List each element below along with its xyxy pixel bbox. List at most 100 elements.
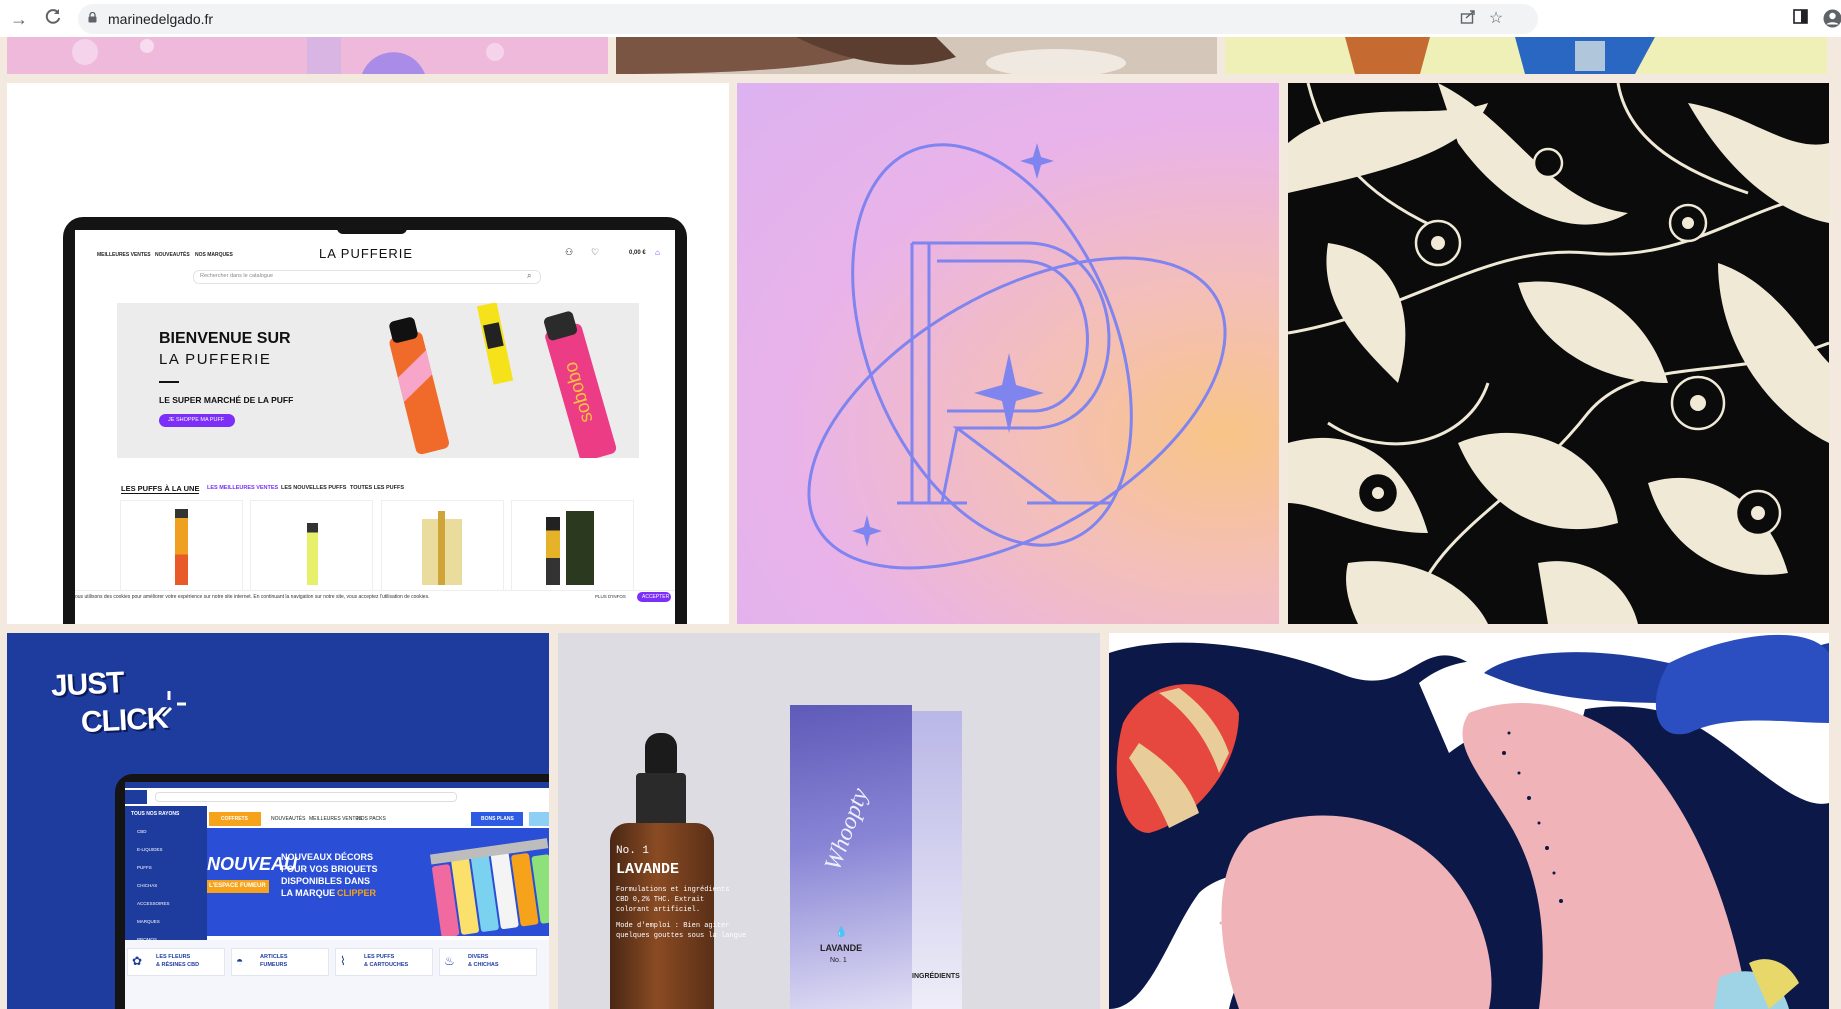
hero-shop-button-label: JE SHOPPE MA PUFF [168,417,225,423]
bons-plans-tab[interactable]: BONS PLANS [471,812,523,826]
reload-icon[interactable] [42,8,64,30]
cookie-accept-button[interactable]: ACCEPTER [637,592,671,602]
just-click-nav-item[interactable]: NOUVEAUTÉS [271,816,305,822]
hero-shop-button[interactable]: JE SHOPPE MA PUFF [159,414,235,427]
bookmark-star-icon[interactable]: ☆ [1486,9,1506,29]
just-click-logo: JUST CLICK [50,666,186,754]
category-line1: LES FLEURS [156,954,191,960]
menu-item[interactable]: CBD [137,829,147,834]
address-bar[interactable]: marinedelgado.fr ☆ [78,4,1538,34]
puff-pen-icon: ⌇ [340,954,346,968]
project-tile-monogram[interactable] [737,83,1279,624]
top-tile-pink-product[interactable] [7,37,608,74]
coffrets-tab[interactable]: COFFRETS [209,812,261,826]
product-card[interactable] [250,500,373,592]
pufferie-tab-bestsellers[interactable]: LES MEILLEURES VENTES [207,485,278,491]
product-card[interactable] [511,500,634,592]
menu-item[interactable]: ACCESSOIRES [137,901,170,906]
menu-item[interactable]: CHICHAS [137,883,157,888]
category-card[interactable]: ✿ LES FLEURS & RÉSINES CBD [127,948,225,976]
bottle-text-line: Mode d'emploi : Bien agiter [616,922,730,930]
floral-pattern-illustration [1288,83,1829,624]
pufferie-tab-all[interactable]: TOUTES LES PUFFS [350,485,404,491]
box-name: LAVANDE [820,943,863,953]
monogram-illustration [807,143,1227,570]
just-click-nav-item[interactable]: MEILLEURES VENTES [309,816,362,822]
cookie-accept-label: ACCEPTER [642,594,670,600]
bottle-text-line: Formulations et ingrédients [616,886,730,894]
pufferie-logo[interactable]: LA PUFFERIE [319,246,413,261]
top-tile-hands-photo[interactable] [616,37,1217,74]
hookah-icon: ♨ [444,954,455,968]
pufferie-nav-item[interactable]: NOS MARQUES [195,252,233,258]
laptop-screen: TOUS NOS RAYONS CBD E-LIQUIDES PUFFS CHI… [125,782,549,1009]
share-icon[interactable] [1458,9,1478,29]
project-tile-abstract-illustration[interactable] [1109,633,1829,1009]
menu-item[interactable]: E-LIQUIDES [137,847,163,852]
cookie-text: ous utilisons des cookies pour améliorer… [75,594,430,600]
url-text: marinedelgado.fr [108,11,214,27]
pufferie-nav-item[interactable]: NOUVEAUTÉS [155,252,190,258]
cart-icon[interactable]: ⌂ [655,248,660,257]
project-tile-la-pufferie[interactable]: MEILLEURES VENTES NOUVEAUTÉS NOS MARQUES… [7,83,729,624]
pufferie-nav-item[interactable]: MEILLEURES VENTES [97,252,151,258]
hero-heading-line1: BIENVENUE SUR [159,330,291,347]
banner-brand: CLIPPER [337,888,377,898]
top-tile-yellow-packaging[interactable] [1225,37,1827,74]
just-click-topbar [125,782,549,788]
category-line2: FUMEURS [260,962,288,968]
category-card[interactable]: ⌇ LES PUFFS & CARTOUCHES [335,948,433,976]
banner-tag-label: L'ESPACE FUMEUR [209,883,266,889]
pufferie-search-field[interactable]: Rechercher dans le catalogue ⌕ [193,270,541,284]
box-script: Whoopty [820,784,874,874]
browser-toolbar: → marinedelgado.fr ☆ [0,0,1841,37]
account-icon[interactable]: ⚇ [565,247,573,258]
menu-item[interactable]: MARQUES [137,919,160,924]
project-tile-whoopty-lavande[interactable]: Whoopty LAVANDE No. 1 💧 INGRÉDIENTS No. … [558,633,1100,1009]
side-panel-icon[interactable] [1790,9,1810,29]
product-card[interactable] [120,500,243,592]
profile-avatar-icon[interactable] [1822,9,1841,29]
just-click-banner[interactable]: NOUVEAU L'ESPACE FUMEUR NOUVEAUX DÉCORS … [207,828,549,936]
forward-icon[interactable]: → [8,8,30,30]
bottle-text-line: quelques gouttes sous la langue [616,932,747,940]
menu-header[interactable]: TOUS NOS RAYONS [131,811,179,817]
banner-brand-prefix: LA MARQUE [281,888,336,898]
product-image [546,517,560,585]
laptop-screen: MEILLEURES VENTES NOUVEAUTÉS NOS MARQUES… [75,230,675,624]
pufferie-search-placeholder: Rechercher dans le catalogue [200,273,274,279]
category-card[interactable]: ◓ ARTICLES FUMEURS [231,948,329,976]
bottle-text-line: colorant artificiel. [616,906,701,914]
extra-tab[interactable] [529,812,549,826]
pufferie-tab-new[interactable]: LES NOUVELLES PUFFS [281,485,346,491]
bottle-number: No. 1 [616,845,650,857]
project-tile-just-click[interactable]: JUST CLICK TOUS NOS RAYONS CBD E-LIQUIDE… [7,633,549,1009]
hero-subtitle: LE SUPER MARCHÉ DE LA PUFF [159,395,294,405]
just-click-nav-item[interactable]: NOS PACKS [357,816,386,822]
packaging-box-side: INGRÉDIENTS [912,711,962,1009]
category-line1: DIVERS [468,954,489,960]
pufferie-tab-featured[interactable]: LES PUFFS À LA UNE [121,484,200,494]
category-card[interactable]: ♨ DIVERS & CHICHAS [439,948,537,976]
click-spark-icon [161,691,186,718]
box-number: No. 1 [830,957,847,964]
search-icon[interactable]: ⌕ [527,271,531,281]
banner-tag: L'ESPACE FUMEUR [207,880,269,893]
project-tile-floral-pattern[interactable] [1288,83,1829,624]
category-line2: & CHICHAS [468,962,499,968]
banner-line: DISPONIBLES DANS [281,876,371,886]
cart-total[interactable]: 0,00 € [629,250,646,256]
product-card[interactable] [381,500,504,592]
bottle-body: No. 1 LAVANDE Formulations et ingrédient… [610,823,746,1009]
menu-item[interactable]: PUFFS [137,865,152,870]
lock-icon [88,12,97,23]
bottle-name: LAVANDE [616,861,680,878]
product-image [175,509,188,585]
cookie-more-link[interactable]: PLUS D'INFOS [595,594,626,599]
just-click-search[interactable] [155,792,457,802]
wishlist-heart-icon[interactable]: ♡ [591,247,599,258]
bottle-dropper [645,733,677,775]
hero-heading-line2: LA PUFFERIE [159,351,272,368]
packaging-box: Whoopty LAVANDE No. 1 💧 [790,705,912,1009]
just-click-mini-logo[interactable] [125,790,147,804]
